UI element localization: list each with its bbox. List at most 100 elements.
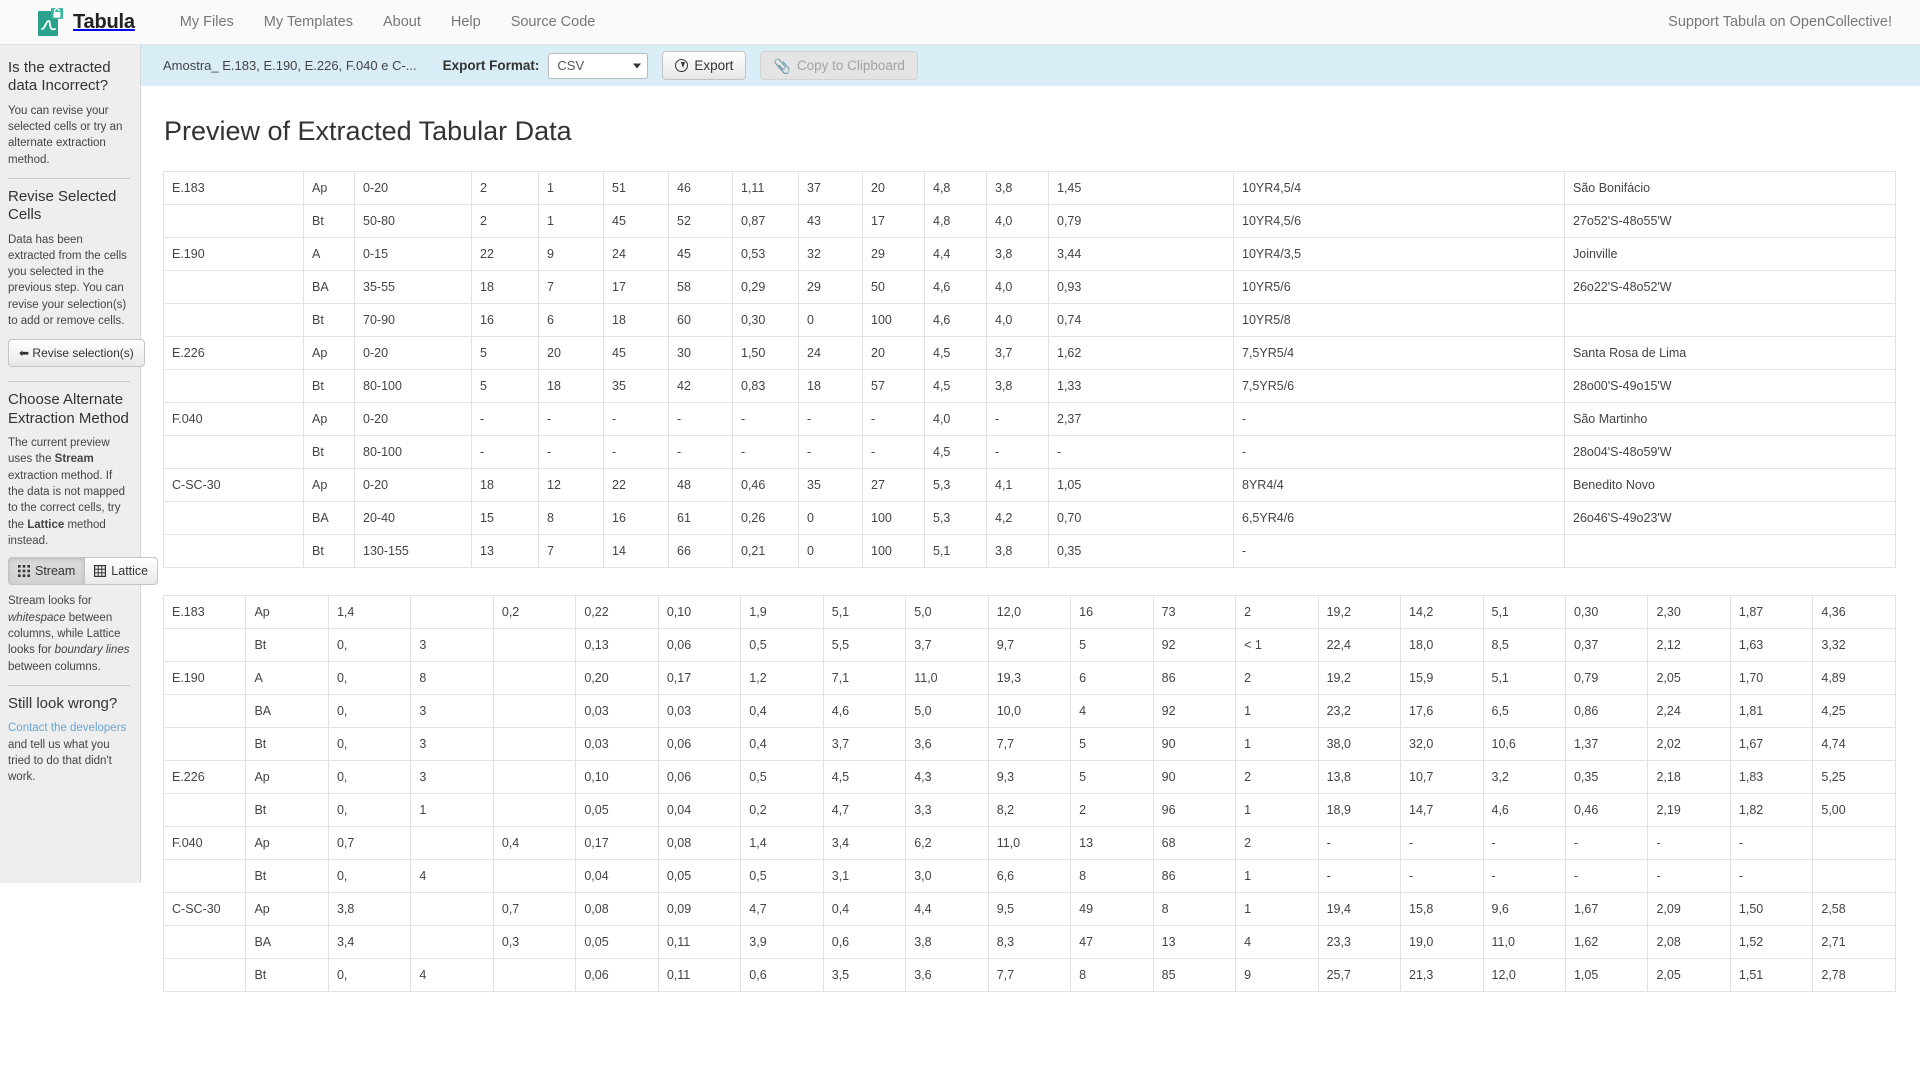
- methods-text-3: between columns.: [8, 660, 101, 673]
- table-cell: 4,5: [924, 435, 987, 469]
- table-cell: 20: [862, 336, 925, 370]
- table-cell: 1,2: [740, 661, 824, 695]
- table-cell: [410, 826, 494, 860]
- table-cell: 0,06: [657, 760, 742, 794]
- nav-links: My Files My Templates About Help Source …: [165, 14, 611, 30]
- table-cell: 130-155: [354, 534, 472, 568]
- table-cell: 3,7: [986, 336, 1049, 370]
- table-cell: 4,6: [924, 303, 987, 337]
- table-row: C-SC-30 Ap 3,8 0,7 0,08 0,09 4,7 0,4 4,4 9,5 49 8 1 1…: [162, 892, 1896, 926]
- sidebar-para-alternate: The current preview uses the Stream extr…: [8, 435, 130, 549]
- still-wrong-text: and tell us what you tried to do that di…: [8, 738, 112, 784]
- table-cell: 47: [1070, 925, 1154, 959]
- table-cell: 4: [410, 859, 494, 893]
- table-cell: 4,1: [986, 468, 1049, 502]
- table-cell: 35-55: [354, 270, 472, 304]
- table-cell: 21,3: [1400, 958, 1484, 992]
- table-cell: 2: [1235, 760, 1319, 794]
- brand-home-link[interactable]: Tabula: [38, 8, 135, 36]
- table-cell: -: [1233, 435, 1565, 469]
- pdf-filename-label: Amostra_ E.183, E.190, E.226, F.040 e C-…: [163, 58, 417, 73]
- table-row: Bt 80-100 5 18 35 42 0,83 18 57 4,5 3,8 1,33 7,5YR5/…: [163, 369, 1896, 403]
- nav-link-my-files[interactable]: My Files: [165, 14, 249, 30]
- table-cell: [410, 892, 494, 926]
- table-cell: 2: [1235, 826, 1319, 860]
- nav-link-help[interactable]: Help: [436, 14, 496, 30]
- table-cell: 92: [1152, 694, 1237, 728]
- table-cell: 1,51: [1729, 958, 1814, 992]
- table-cell: -: [471, 435, 539, 469]
- table-cell: -: [798, 435, 863, 469]
- stream-method-button[interactable]: Stream: [8, 557, 85, 586]
- table-cell: 19,3: [987, 661, 1072, 695]
- table-cell: [492, 760, 577, 794]
- table-cell: 7,7: [987, 958, 1072, 992]
- table-cell: 1,33: [1048, 369, 1234, 403]
- table-cell: 2,05: [1647, 958, 1731, 992]
- table-cell: 18,9: [1317, 793, 1402, 827]
- contact-developers-link[interactable]: Contact the developers: [8, 722, 126, 734]
- table-cell: 2,12: [1647, 628, 1731, 662]
- table-cell: 86: [1152, 859, 1237, 893]
- table-cell: 1: [1235, 694, 1319, 728]
- table-cell: 0,87: [732, 204, 799, 238]
- table-cell: -: [1647, 859, 1731, 893]
- table-row: E.183 Ap 1,4 0,2 0,22 0,10 1,9 5,1 5,0 12,0 16 73 2 1…: [162, 595, 1896, 629]
- support-opencollective-link[interactable]: Support Tabula on OpenCollective!: [1668, 14, 1898, 30]
- sidebar-para-revise: Data has been extracted from the cells y…: [8, 233, 127, 328]
- table-cell: 2: [471, 204, 539, 238]
- table-cell: 0-20: [354, 402, 472, 436]
- table-cell: [1812, 859, 1896, 893]
- table-cell: 4,0: [924, 402, 987, 436]
- table-cell: 0,37: [1564, 628, 1649, 662]
- table-cell: Ap: [245, 892, 329, 926]
- table-cell: 100: [862, 534, 925, 568]
- table-cell: -: [1317, 826, 1402, 860]
- table-cell: Bt: [245, 958, 329, 992]
- table-cell: 2,02: [1647, 727, 1731, 761]
- table-cell: 8,3: [987, 925, 1072, 959]
- table-cell: 1,37: [1564, 727, 1649, 761]
- revise-selections-button[interactable]: ⬅ Revise selection(s): [8, 339, 145, 368]
- table-cell: 0,5: [740, 859, 824, 893]
- table-cell: [1564, 534, 1896, 568]
- table-cell: 60: [668, 303, 733, 337]
- table-cell: 7: [538, 534, 604, 568]
- nav-link-about[interactable]: About: [368, 14, 436, 30]
- table-cell: 18: [798, 369, 863, 403]
- table-cell: 1,45: [1048, 171, 1234, 205]
- top-navbar: Tabula My Files My Templates About Help …: [0, 0, 1920, 45]
- table-row: Bt 0, 3 0,03 0,06 0,4 3,7 3,6 7,7 5 90 1 38,0 32,0 10,…: [162, 727, 1896, 761]
- table-cell: Benedito Novo: [1564, 468, 1896, 502]
- table-cell: 35: [798, 468, 863, 502]
- table-cell: 19,2: [1317, 661, 1402, 695]
- export-button[interactable]: Export: [662, 51, 747, 80]
- table-cell: A: [245, 661, 329, 695]
- table-cell: 1,62: [1564, 925, 1649, 959]
- table-cell: 0,05: [575, 793, 659, 827]
- table-cell: 0,: [327, 958, 412, 992]
- table-cell: 86: [1152, 661, 1237, 695]
- table-cell: 23,3: [1317, 925, 1402, 959]
- table-cell: 0,70: [1048, 501, 1234, 535]
- table-cell: 8: [538, 501, 604, 535]
- table-cell: 100: [862, 501, 925, 535]
- table-cell: 5,5: [822, 628, 907, 662]
- nav-link-my-templates[interactable]: My Templates: [249, 14, 368, 30]
- export-format-value: CSV: [557, 58, 585, 73]
- table-cell: 0,08: [575, 892, 659, 926]
- nav-link-source-code[interactable]: Source Code: [496, 14, 611, 30]
- table-cell: 2,19: [1647, 793, 1731, 827]
- table-cell: 8YR4/4: [1233, 468, 1565, 502]
- table-cell: 14: [603, 534, 669, 568]
- export-format-select[interactable]: CSV: [548, 52, 649, 79]
- copy-to-clipboard-button[interactable]: 📎 Copy to Clipboard: [760, 51, 918, 80]
- table-cell: 1,81: [1729, 694, 1814, 728]
- table-cell: 0,: [327, 859, 412, 893]
- table-cell: 8: [1152, 892, 1237, 926]
- table-cell: 17: [862, 204, 925, 238]
- table-cell: 4,25: [1812, 694, 1896, 728]
- table-cell: 0,17: [575, 826, 659, 860]
- table-cell: 29: [862, 237, 925, 271]
- table-cell: [163, 303, 304, 337]
